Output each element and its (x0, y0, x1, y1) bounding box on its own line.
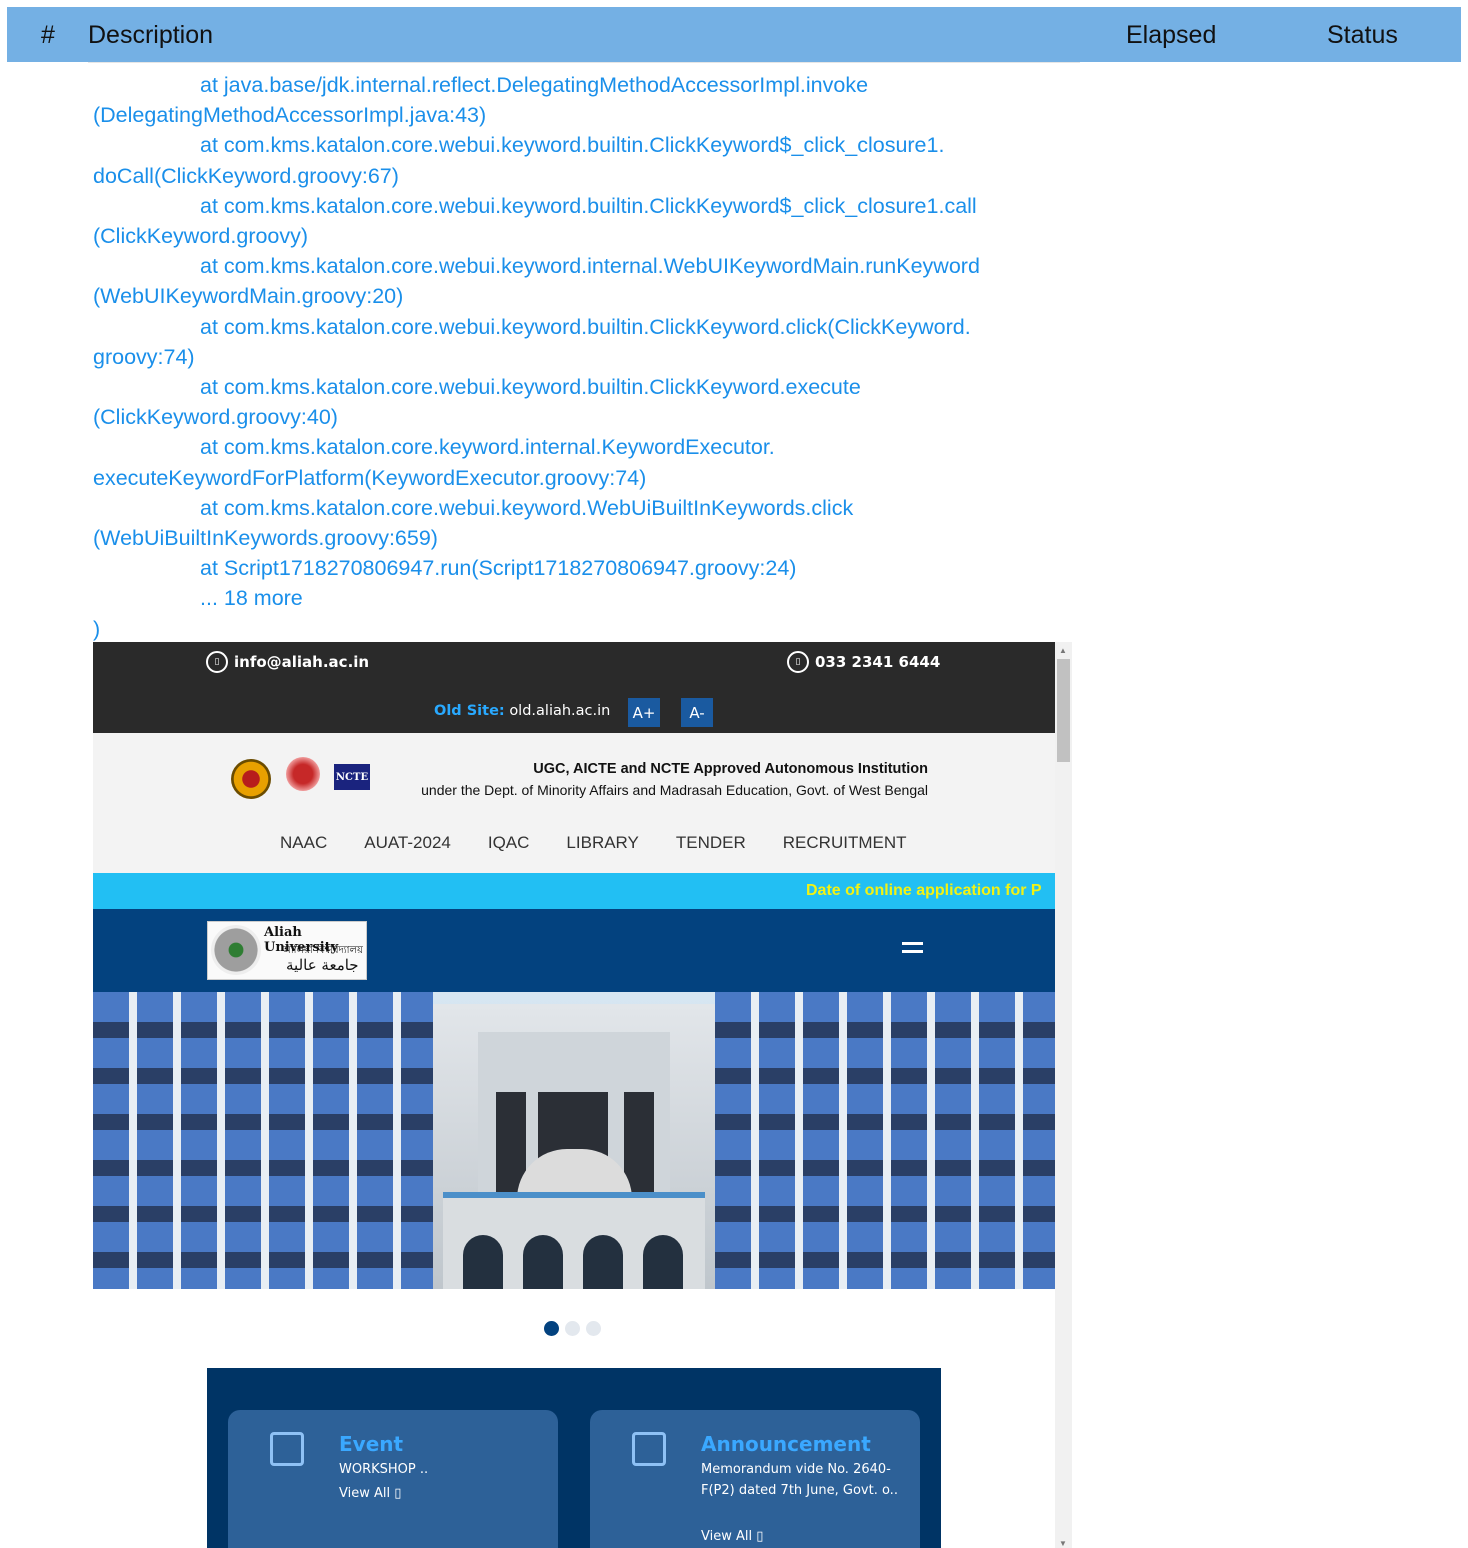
trace-line: ... 18 more (200, 586, 303, 611)
phone-text: 033 2341 6444 (815, 653, 941, 671)
ugc-logo (286, 757, 320, 791)
email-text: info@aliah.ac.in (234, 653, 370, 671)
header-divider (88, 62, 1080, 63)
scroll-up-arrow-icon[interactable]: ▲ (1059, 646, 1067, 655)
nav-item-tender[interactable]: TENDER (676, 833, 746, 853)
stack-trace: at java.base/jdk.internal.reflect.Delega… (93, 70, 1083, 644)
building-portico (443, 1192, 705, 1289)
old-site-url: old.aliah.ac.in (509, 703, 611, 719)
event-card: Event WORKSHOP .. View All ▯ (228, 1410, 558, 1548)
ticker-text: Date of online application for P (806, 882, 1042, 899)
trace-line: at java.base/jdk.internal.reflect.Delega… (200, 73, 869, 97)
news-ticker[interactable]: Date of online application for P (93, 873, 1055, 909)
accreditation-bar: NCTE UGC, AICTE and NCTE Approved Autono… (93, 733, 1055, 873)
nav-item-recruitment[interactable]: RECRUITMENT (783, 833, 907, 853)
font-increase-button[interactable]: A+ (628, 698, 660, 727)
trace-line: at com.kms.katalon.core.webui.keyword.bu… (200, 314, 971, 339)
menu-icon[interactable] (902, 942, 923, 958)
column-description-header: Description (88, 21, 214, 49)
event-text[interactable]: WORKSHOP .. (339, 1459, 539, 1480)
nav-item-iqac[interactable]: IQAC (488, 833, 530, 853)
trace-line: at com.kms.katalon.core.webui.keyword.in… (200, 254, 980, 279)
trace-line: executeKeywordForPlatform(KeywordExecuto… (93, 465, 647, 490)
email-contact[interactable]: ▯ info@aliah.ac.in (206, 651, 369, 673)
university-emblem (211, 925, 261, 975)
report-table-header: # Description Elapsed Status (7, 7, 1461, 62)
portico-arch (583, 1235, 623, 1289)
event-title: Event (339, 1432, 404, 1456)
trace-line: (DelegatingMethodAccessorImpl.java:43) (93, 103, 487, 128)
approval-title: UGC, AICTE and NCTE Approved Autonomous … (533, 761, 928, 777)
calendar-icon (270, 1432, 304, 1466)
column-status-header: Status (1327, 21, 1398, 49)
carousel-dot[interactable] (544, 1321, 559, 1336)
nav-item-library[interactable]: LIBRARY (566, 833, 638, 853)
scrollbar[interactable]: ▲ ▼ (1055, 642, 1072, 1548)
phone-icon: ▯ (787, 651, 809, 673)
embedded-screenshot: ▯ info@aliah.ac.in ▯ 033 2341 6444 Old S… (93, 642, 1072, 1548)
announcement-view-all-link[interactable]: View All ▯ (701, 1529, 763, 1544)
carousel-dot[interactable] (586, 1321, 601, 1336)
trace-line: doCall(ClickKeyword.groovy:67) (93, 163, 399, 188)
portico-arch (523, 1235, 563, 1289)
trace-line: ) (93, 616, 101, 641)
font-decrease-button[interactable]: A- (681, 698, 713, 727)
trace-line: at com.kms.katalon.core.keyword.internal… (200, 435, 775, 460)
event-view-all-link[interactable]: View All ▯ (339, 1486, 401, 1501)
announcement-card: Announcement Memorandum vide No. 2640-F(… (590, 1410, 920, 1548)
old-site-label: Old Site: (434, 703, 505, 719)
portico-arch (463, 1235, 503, 1289)
quick-nav: NAAC AUAT-2024 IQAC LIBRARY TENDER RECRUITMEN… (280, 833, 907, 853)
carousel-dot[interactable] (565, 1321, 580, 1336)
trace-line: at com.kms.katalon.core.webui.keyword.We… (200, 495, 854, 520)
scrollbar-thumb[interactable] (1057, 659, 1070, 762)
aicte-logo (231, 759, 271, 799)
trace-line: (WebUIKeywordMain.groovy:20) (93, 284, 404, 309)
portico-arch (643, 1235, 683, 1289)
announcement-icon (632, 1432, 666, 1466)
column-elapsed-header: Elapsed (1126, 21, 1217, 49)
trace-line: at com.kms.katalon.core.webui.keyword.bu… (200, 193, 977, 218)
trace-line: (ClickKeyword.groovy) (93, 224, 309, 249)
trace-line: (ClickKeyword.groovy:40) (93, 405, 338, 430)
website-topbar: ▯ info@aliah.ac.in ▯ 033 2341 6444 Old S… (93, 642, 1055, 733)
carousel-indicators (544, 1321, 601, 1336)
trace-line: at com.kms.katalon.core.webui.keyword.bu… (200, 133, 945, 158)
building-right-wing (715, 992, 1055, 1289)
building-left-wing (93, 992, 433, 1289)
trace-line: at Script1718270806947.run(Script1718270… (200, 556, 797, 581)
approval-subtitle: under the Dept. of Minority Affairs and … (421, 782, 928, 798)
main-navbar: Aliah University আলিয়া বিশ্ববিদ্যালয় ج… (93, 909, 1055, 992)
university-logo[interactable]: Aliah University আলিয়া বিশ্ববিদ্যালয় ج… (207, 921, 367, 980)
nav-item-auat-2024[interactable]: AUAT-2024 (364, 833, 451, 853)
trace-line: at com.kms.katalon.core.webui.keyword.bu… (200, 375, 861, 400)
trace-line: (WebUiBuiltInKeywords.groovy:659) (93, 526, 438, 551)
logo-arabic: جامعة عالية (286, 956, 359, 974)
scroll-down-arrow-icon[interactable]: ▼ (1059, 1539, 1067, 1548)
ncte-logo: NCTE (334, 764, 370, 790)
hero-banner (93, 992, 1055, 1289)
announcement-text[interactable]: Memorandum vide No. 2640-F(P2) dated 7th… (701, 1459, 901, 1501)
announcement-title: Announcement (701, 1432, 871, 1456)
phone-contact[interactable]: ▯ 033 2341 6444 (787, 651, 940, 673)
column-number-header: # (41, 21, 55, 49)
news-panel: Event WORKSHOP .. View All ▯ Announcemen… (207, 1368, 941, 1548)
trace-line: groovy:74) (93, 344, 195, 369)
email-icon: ▯ (206, 651, 228, 673)
nav-item-naac[interactable]: NAAC (280, 833, 327, 853)
old-site-link[interactable]: Old Site: old.aliah.ac.in (434, 703, 610, 719)
